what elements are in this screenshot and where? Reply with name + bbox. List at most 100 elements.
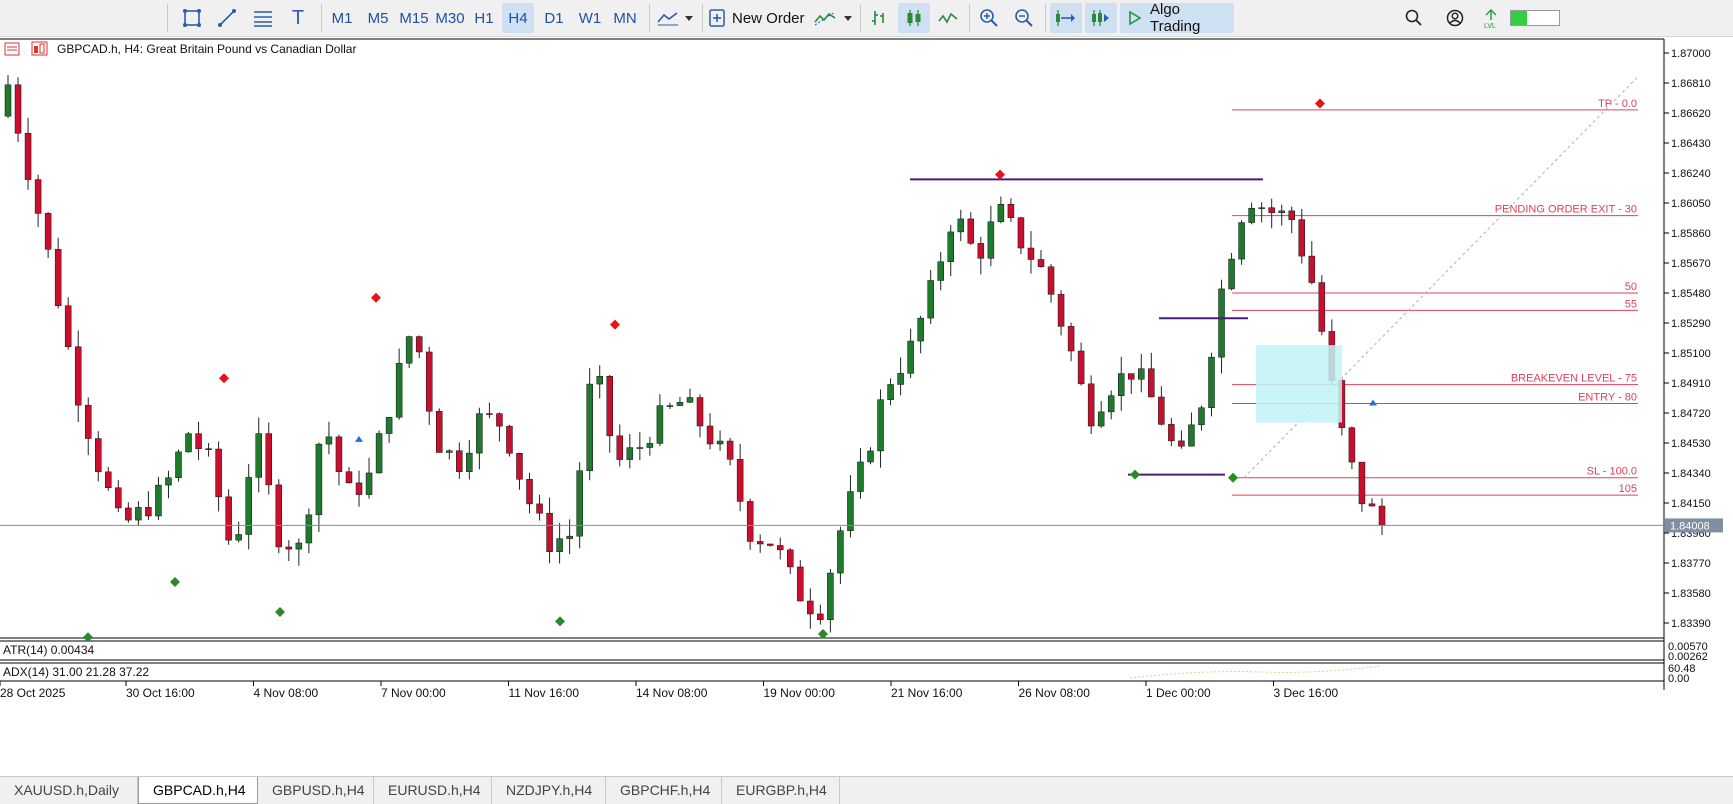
candle-body [425,351,433,412]
candle-body [867,450,874,463]
tab-eurgbp-h4[interactable]: EURGBP.h,H4 [722,777,840,804]
candle-body [907,340,914,374]
connection-status-bar [1508,3,1562,33]
price-tick-label: 1.85860 [1671,228,1711,240]
candle-body [436,410,443,453]
candle-body [325,436,333,445]
indicators-dropdown[interactable] [811,3,855,33]
candlestick-chart-icon[interactable] [898,3,930,33]
chart-shift-icon[interactable] [1085,3,1117,33]
candle-body [887,384,894,400]
candle-body [636,447,644,449]
svg-text:LVL: LVL [1484,23,1496,30]
price-tick-label: 1.86810 [1671,78,1711,90]
time-tick-label: 7 Nov 00:00 [381,686,446,700]
autoscroll-icon[interactable] [1050,3,1082,33]
fib-level-label: PENDING ORDER EXIT - 30 [1495,204,1637,216]
timeframe-m1[interactable]: M1 [327,3,357,33]
candle-body [1057,294,1065,327]
candle-body [1278,210,1285,213]
fibonacci-tool-icon[interactable] [248,3,278,33]
price-chart[interactable]: TP - 0.0 PENDING ORDER EXIT - 30 50 55 BREAK… [0,38,1733,704]
tab-eurusd-h4[interactable]: EURUSD.h,H4 [374,777,492,804]
tab-gbpusd-h4[interactable]: GBPUSD.h,H4 [258,777,374,804]
candle-body [817,613,824,620]
candle-body [14,84,22,134]
candle-body [175,451,182,479]
candle-body [686,397,694,403]
candle-body [947,231,954,262]
algo-trading-button[interactable]: Algo Trading [1120,1,1234,35]
chart-title: GBPCAD.h, H4: Great Britain Pound vs Can… [57,42,356,56]
tab-nzdjpy-h4[interactable]: NZDJPY.h,H4 [492,777,606,804]
candle-body [716,440,724,445]
candle-body [205,448,212,450]
timeframe-h4[interactable]: H4 [502,3,534,33]
candle-body [54,249,62,307]
text-tool-icon[interactable]: T [283,3,313,33]
candle-body [937,261,944,281]
candle-body [1148,368,1155,398]
trendline-tool-icon[interactable] [212,3,242,33]
candle-body [566,535,573,539]
candle-body [987,221,995,259]
time-tick-label: 14 Nov 08:00 [636,686,708,700]
timeframe-w1[interactable]: W1 [574,3,606,33]
candle-body [1128,373,1135,380]
demand-zone[interactable] [1256,345,1342,423]
fib-level-label: TP - 0.0 [1598,98,1637,110]
candle-body [255,433,262,478]
candle-body [1348,427,1356,463]
bar-chart-icon[interactable] [864,3,894,33]
signal-level-icon: LVL [1480,3,1506,33]
candle-body [1198,407,1205,426]
main-toolbar: T M1 M5 M15 M30 H1 H4 D1 W1 MN New Order [0,0,1733,37]
candle-body [596,375,603,385]
chart-canvas[interactable]: TP - 0.0 PENDING ORDER EXIT - 30 50 55 BREAK… [0,38,1733,704]
timeframe-mn[interactable]: MN [608,3,642,33]
account-icon[interactable] [1440,3,1470,33]
line-chart-icon[interactable] [933,3,963,33]
zoom-out-icon[interactable] [1009,3,1039,33]
tab-gbpcad-h4[interactable]: GBPCAD.h,H4 [138,777,258,804]
time-tick-label: 30 Oct 16:00 [126,686,195,700]
new-order-button[interactable]: New Order [708,3,806,33]
price-tick-label: 1.84910 [1671,378,1711,390]
toolbar-separator [702,4,703,32]
candle-body [64,305,72,347]
price-tick-label: 1.85290 [1671,318,1711,330]
rectangle-tool-icon[interactable] [176,3,208,33]
candle-body [1017,217,1025,249]
time-tick-label: 4 Nov 08:00 [254,686,319,700]
zoom-in-icon[interactable] [974,3,1004,33]
timeframe-h1[interactable]: H1 [469,3,499,33]
tab-xauusd-daily[interactable]: XAUUSD.h,Daily [0,777,138,804]
candle-body [225,496,232,541]
candle-body [335,436,343,472]
candle-body [1318,282,1326,332]
fib-level-label: BREAKEVEN LEVEL - 75 [1511,373,1637,385]
timeframe-m15[interactable]: M15 [396,3,432,33]
candle-body [125,507,132,521]
candle-body [1168,424,1175,442]
timeframe-m5[interactable]: M5 [362,3,394,33]
tab-label: XAUUSD.h,Daily [14,782,120,798]
adx-label: ADX(14) 31.00 21.28 37.22 [3,665,149,679]
chart-type-dropdown[interactable] [654,3,696,33]
timeframe-m30[interactable]: M30 [433,3,467,33]
price-tick-label: 1.86050 [1671,198,1711,210]
price-tick-label: 1.85480 [1671,288,1711,300]
candle-body [997,203,1005,223]
candle-body [1117,373,1125,396]
candle-body [486,413,493,415]
timeframe-d1[interactable]: D1 [538,3,570,33]
candle-body [756,541,764,545]
candle-body [676,402,684,406]
time-tick-label: 19 Nov 00:00 [764,686,836,700]
price-tick-label: 1.85100 [1671,348,1711,360]
candle-body [586,383,593,472]
tab-gbpchf-h4[interactable]: GBPCHF.h,H4 [606,777,722,804]
search-icon[interactable] [1399,3,1429,33]
candle-body [606,375,614,437]
new-order-label: New Order [732,9,805,27]
